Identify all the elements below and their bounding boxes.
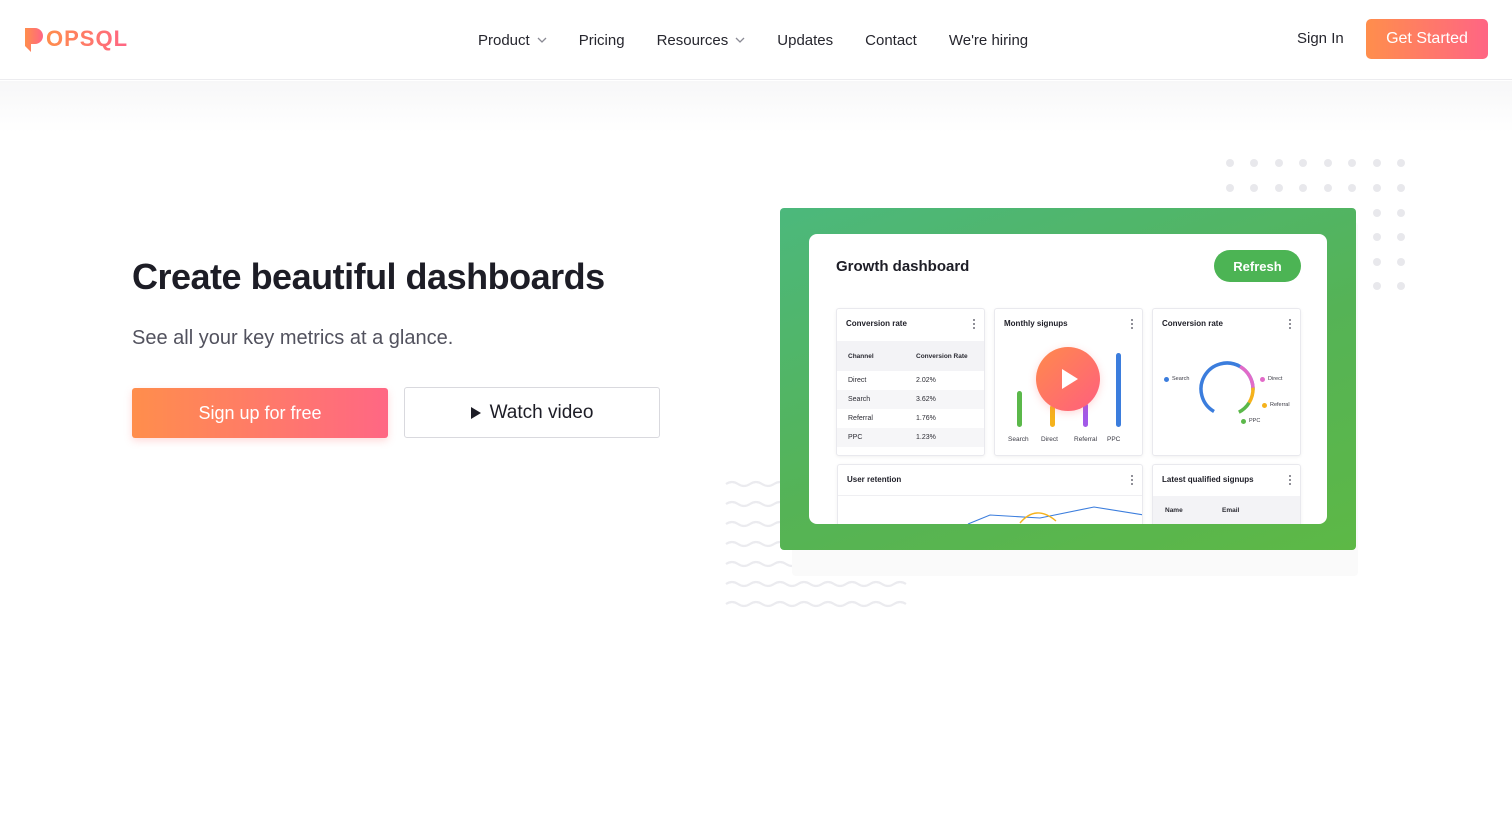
legend-dot [1260, 376, 1265, 382]
play-video-button[interactable] [1036, 347, 1100, 411]
signups-bar-ppc [1116, 353, 1121, 427]
widget-title: Monthly signups [1004, 319, 1068, 328]
legend-label: Direct [1268, 376, 1283, 382]
nav-item-contact[interactable]: Contact [865, 32, 917, 49]
chevron-down-icon [735, 37, 745, 43]
conversion-rate-table-widget: Conversion rate Channel Conversion Rate … [836, 308, 985, 456]
more-options-icon[interactable] [1131, 475, 1134, 485]
latest-signups-widget: Latest qualified signups Name Email [1152, 464, 1301, 524]
bar-label: Search [1008, 436, 1029, 443]
popsql-logo[interactable]: OPSQL [24, 25, 146, 53]
nav-item-product[interactable]: Product [478, 32, 547, 49]
table-cell: Direct [848, 377, 867, 384]
more-options-icon[interactable] [1131, 319, 1134, 329]
sign-in-link[interactable]: Sign In [1297, 30, 1344, 47]
column-header: Name [1165, 506, 1183, 514]
legend-item: PPC [1241, 418, 1260, 424]
nav-item-label: Updates [777, 31, 834, 49]
legend-dot [1262, 402, 1267, 408]
conversion-table: Channel Conversion Rate Direct 2.02% Sea… [837, 341, 984, 447]
table-row: Referral 1.76% [837, 409, 984, 428]
widget-title: Conversion rate [846, 319, 907, 328]
retention-line-chart [967, 506, 1142, 524]
table-header: Name Email [1153, 496, 1300, 524]
widget-title: Conversion rate [1162, 319, 1223, 328]
donut-segment-direct [1199, 361, 1255, 417]
table-cell: 1.23% [916, 434, 936, 441]
table-cell: Search [848, 396, 871, 403]
nav-item-label: Product [478, 31, 530, 49]
table-cell: 2.02% [916, 377, 936, 384]
legend-label: Referral [1270, 402, 1290, 408]
table-cell: 1.76% [916, 415, 936, 422]
play-icon [470, 406, 481, 419]
legend-dot [1241, 418, 1246, 424]
conversion-donut-chart [1199, 361, 1255, 417]
more-options-icon[interactable] [1289, 319, 1292, 329]
watch-video-label: Watch video [489, 401, 594, 423]
watch-video-button[interactable]: Watch video [404, 387, 660, 438]
column-header: Email [1222, 506, 1240, 514]
column-header: Channel [848, 352, 874, 360]
get-started-button[interactable]: Get Started [1366, 19, 1488, 59]
nav-item-label: Resources [656, 31, 729, 49]
conversion-donut-widget: Conversion rate Search Direct Referral P… [1152, 308, 1301, 456]
donut-segment-ppc [1199, 361, 1255, 417]
table-cell: Referral [848, 415, 873, 422]
refresh-button[interactable]: Refresh [1214, 250, 1301, 282]
bar-label: PPC [1107, 436, 1121, 443]
nav-item-pricing[interactable]: Pricing [579, 32, 625, 49]
dashboard-title: Growth dashboard [836, 258, 970, 275]
main-menu: Product Pricing Resources Updates Contac… [478, 0, 1060, 80]
nav-item-label: Pricing [578, 31, 625, 49]
more-options-icon[interactable] [1289, 475, 1292, 485]
table-row: Search 3.62% [837, 390, 984, 409]
header-fade-band [0, 81, 1512, 133]
legend-item: Referral [1262, 402, 1290, 408]
user-retention-widget: User retention [837, 464, 1143, 524]
nav-item-resources[interactable]: Resources [657, 32, 746, 49]
svg-text:OPSQL: OPSQL [46, 26, 128, 51]
logo-icon: OPSQL [25, 26, 128, 52]
play-icon [1062, 369, 1078, 389]
legend-dot [1164, 376, 1169, 382]
table-row: PPC 1.23% [837, 428, 984, 447]
legend-item: Search [1164, 376, 1189, 382]
signups-bar-search [1017, 391, 1022, 427]
widget-title: Latest qualified signups [1162, 475, 1254, 484]
bar-label: Referral [1074, 436, 1098, 443]
sign-up-button[interactable]: Sign up for free [132, 388, 388, 438]
nav-item-label: Contact [865, 31, 917, 49]
hero-subtitle: See all your key metrics at a glance. [132, 327, 454, 349]
nav-item-label: We're hiring [948, 31, 1029, 49]
top-nav: OPSQL Product Pricing Resources Updates … [0, 0, 1512, 80]
widget-title: User retention [847, 475, 902, 484]
donut-segment-search [1199, 361, 1255, 417]
chevron-down-icon [537, 37, 547, 43]
legend-item: Direct [1260, 376, 1282, 382]
nav-item-hiring[interactable]: We're hiring [949, 32, 1028, 49]
more-options-icon[interactable] [973, 319, 976, 329]
legend-label: PPC [1249, 418, 1261, 424]
column-header: Conversion Rate [916, 352, 968, 360]
table-cell: PPC [848, 434, 863, 441]
bar-label: Direct [1041, 436, 1058, 443]
hero-title: Create beautiful dashboards [132, 256, 605, 297]
table-header: Channel Conversion Rate [837, 341, 984, 371]
table-row: Direct 2.02% [837, 371, 984, 390]
nav-item-updates[interactable]: Updates [777, 32, 833, 49]
divider [838, 495, 1142, 496]
table-cell: 3.62% [916, 396, 936, 403]
legend-label: Search [1172, 376, 1190, 382]
